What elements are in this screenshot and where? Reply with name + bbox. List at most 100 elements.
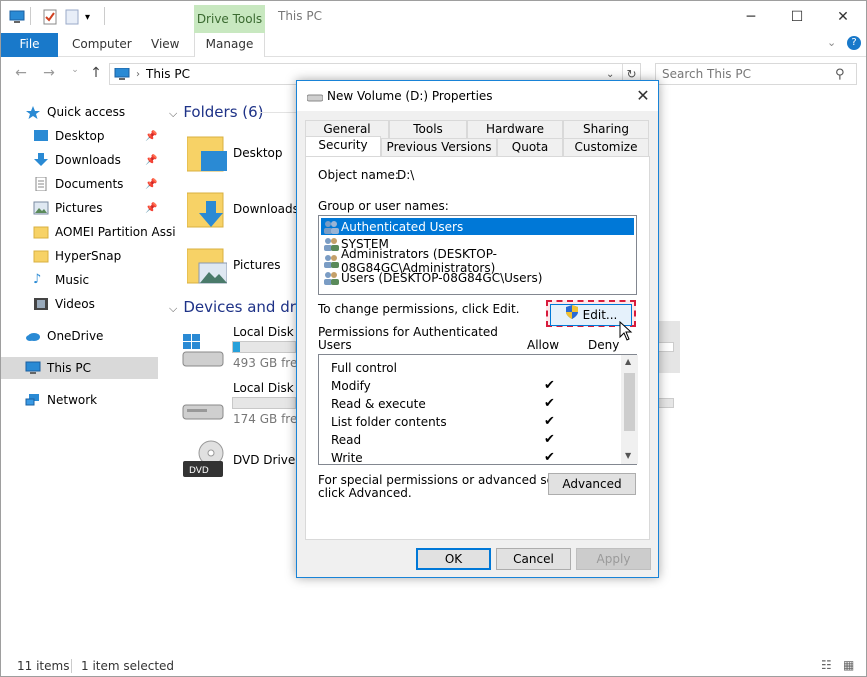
- cloud-icon: [25, 329, 41, 343]
- tab-computer[interactable]: Computer: [72, 33, 132, 57]
- folder-icon: [33, 249, 49, 263]
- list-item[interactable]: Authenticated Users: [321, 218, 634, 235]
- uac-shield-icon: [565, 305, 579, 325]
- folder-label[interactable]: Downloads: [233, 202, 299, 216]
- documents-icon: [33, 176, 49, 192]
- nav-documents[interactable]: Documents 📌: [33, 173, 190, 195]
- item-count: 11 items: [17, 659, 70, 673]
- nav-aomei[interactable]: AOMEI Partition Assi: [33, 221, 190, 243]
- scroll-down-icon[interactable]: ▼: [625, 451, 631, 460]
- expand-ribbon-icon[interactable]: ⌄: [827, 36, 836, 49]
- tab-sharing[interactable]: Sharing: [563, 120, 649, 138]
- nav-network[interactable]: Network: [25, 389, 182, 411]
- properties-icon[interactable]: [43, 9, 57, 25]
- special-permissions-text-2: click Advanced.: [318, 486, 412, 500]
- properties-dialog: New Volume (D:) Properties ✕ General Too…: [296, 80, 659, 578]
- desktop-icon: [33, 129, 49, 143]
- scroll-thumb[interactable]: [624, 373, 635, 431]
- breadcrumb-chevron-icon: ›: [136, 68, 140, 80]
- permissions-list[interactable]: Full control Modify ✔ Read & execute ✔ Lis…: [318, 354, 638, 465]
- table-row: Read & execute ✔: [331, 396, 555, 411]
- group-names-label: Group or user names:: [318, 199, 449, 213]
- details-view-icon[interactable]: ☷: [821, 658, 832, 672]
- search-input[interactable]: Search This PC: [655, 63, 857, 85]
- breadcrumb[interactable]: This PC: [146, 67, 190, 81]
- network-icon: [25, 393, 41, 407]
- minimize-icon[interactable]: ─: [728, 1, 774, 33]
- folder-label[interactable]: Pictures: [233, 258, 281, 272]
- folder-icon: [33, 225, 49, 239]
- nav-downloads[interactable]: Downloads 📌: [33, 149, 190, 171]
- nav-pictures[interactable]: Pictures 📌: [33, 197, 190, 219]
- tab-customize[interactable]: Customize: [563, 138, 649, 156]
- mouse-cursor-icon: [619, 320, 633, 344]
- folder-label[interactable]: Desktop: [233, 146, 283, 160]
- recent-locations-icon[interactable]: ⌄: [65, 65, 85, 83]
- downloads-folder-icon[interactable]: [186, 187, 224, 228]
- desktop-folder-icon[interactable]: [186, 131, 227, 172]
- nav-onedrive[interactable]: OneDrive: [25, 325, 182, 347]
- pc-small-icon: [114, 67, 130, 80]
- list-item[interactable]: Users (DESKTOP-08G84GC\Users): [321, 269, 634, 286]
- folders-group-header[interactable]: ⌵ Folders (6): [169, 103, 264, 121]
- nav-quick-access[interactable]: Quick access: [25, 101, 182, 123]
- address-dropdown-icon[interactable]: ⌄: [606, 69, 614, 80]
- tab-security[interactable]: Security: [305, 136, 381, 158]
- tab-file[interactable]: File: [1, 33, 58, 57]
- cancel-button[interactable]: Cancel: [496, 548, 571, 570]
- object-name-label: Object name:: [318, 168, 399, 182]
- pin-icon: 📌: [145, 130, 158, 142]
- change-permissions-text: To change permissions, click Edit.: [318, 302, 520, 316]
- videos-icon: [33, 297, 49, 311]
- table-row: Write ✔: [331, 449, 611, 463]
- new-folder-icon[interactable]: [65, 9, 79, 25]
- pc-icon: [9, 9, 25, 25]
- nav-music[interactable]: ♪ Music: [33, 269, 190, 291]
- chevron-down-icon: ⌵: [169, 302, 178, 315]
- navigation-pane: Quick access Desktop 📌 Downloads 📌 Docum…: [1, 97, 176, 652]
- close-icon[interactable]: ✕: [632, 85, 654, 107]
- maximize-icon[interactable]: ☐: [774, 1, 820, 33]
- explorer-window: ▾ Drive Tools This PC ─ ☐ ✕ File Compute…: [0, 0, 867, 677]
- permissions-scrollbar[interactable]: ▲ ▼: [621, 355, 638, 464]
- pc-icon: [25, 361, 41, 375]
- allow-check-icon: ✔: [544, 432, 555, 447]
- tab-tools[interactable]: Tools: [389, 120, 467, 138]
- forward-icon[interactable]: →: [39, 65, 59, 83]
- allow-column-header: Allow: [527, 338, 560, 352]
- nav-this-pc[interactable]: This PC: [1, 357, 158, 379]
- selection-count: 1 item selected: [81, 659, 175, 673]
- pictures-icon: [33, 201, 49, 215]
- nav-hypersnap[interactable]: HyperSnap: [33, 245, 190, 267]
- scroll-up-icon[interactable]: ▲: [625, 357, 631, 366]
- users-group-icon: [323, 220, 339, 234]
- tab-previous-versions[interactable]: Previous Versions: [381, 138, 497, 156]
- pictures-folder-icon[interactable]: [186, 243, 228, 284]
- dialog-title-bar: New Volume (D:) Properties ✕: [297, 81, 658, 111]
- deny-column-header: Deny: [588, 338, 620, 352]
- close-icon[interactable]: ✕: [820, 1, 866, 33]
- drive-icon[interactable]: [181, 397, 225, 430]
- tab-row-2: Security Previous Versions Quota Customi…: [305, 136, 649, 158]
- search-icon: ⚲: [835, 67, 845, 82]
- help-icon[interactable]: ?: [847, 36, 861, 50]
- list-item[interactable]: Administrators (DESKTOP-08G84GC\Administ…: [321, 247, 634, 275]
- ok-button[interactable]: OK: [416, 548, 491, 570]
- nav-desktop[interactable]: Desktop 📌: [33, 125, 190, 147]
- windows-drive-icon[interactable]: [181, 334, 225, 373]
- back-icon[interactable]: ←: [11, 65, 31, 83]
- users-group-icon: [323, 271, 339, 285]
- user-list[interactable]: Authenticated Users SYSTEM Administrator…: [318, 215, 637, 295]
- apply-button[interactable]: Apply: [576, 548, 651, 570]
- nav-videos[interactable]: Videos: [33, 293, 190, 315]
- advanced-button[interactable]: Advanced: [548, 473, 636, 495]
- dvd-drive-icon[interactable]: DVD: [181, 439, 227, 484]
- tab-manage[interactable]: Manage: [194, 33, 265, 57]
- drive-free-space: 174 GB free: [233, 412, 305, 426]
- customize-quick-access-icon[interactable]: ▾: [85, 9, 90, 25]
- tab-quota[interactable]: Quota: [497, 138, 563, 156]
- up-icon[interactable]: ↑: [86, 65, 106, 83]
- tab-hardware[interactable]: Hardware: [467, 120, 563, 138]
- tab-view[interactable]: View: [151, 33, 179, 57]
- large-icons-view-icon[interactable]: ▦: [843, 658, 854, 672]
